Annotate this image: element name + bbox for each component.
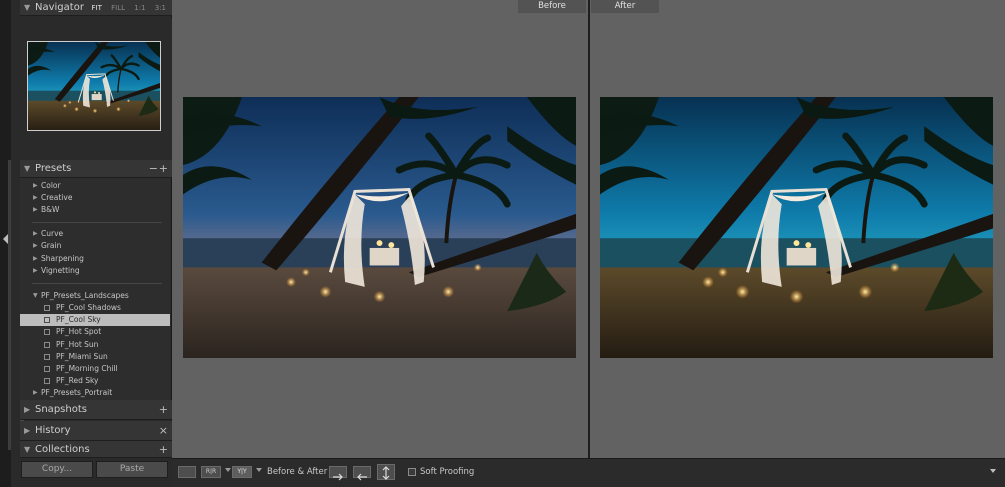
disclosure-right-icon: ▶	[33, 242, 38, 249]
toolbar-menu-chevron-icon[interactable]	[990, 469, 996, 473]
collections-title: Collections	[35, 444, 90, 455]
collections-header[interactable]: ▼ Collections +	[20, 441, 172, 458]
preset-item[interactable]: PF_Cool Shadows	[20, 302, 170, 314]
clear-history-button[interactable]: ×	[159, 421, 168, 441]
preset-icon	[44, 317, 50, 323]
disclosure-right-icon: ▶	[24, 426, 31, 435]
history-title: History	[35, 425, 71, 436]
before-after-rr-button[interactable]: R|R	[201, 466, 221, 478]
disclosure-down-icon: ▼	[24, 164, 31, 173]
preset-item[interactable]: PF_Miami Sun	[20, 351, 170, 363]
collapse-left-panel-arrow-icon[interactable]	[3, 234, 8, 244]
navigator-header[interactable]: ▼ Navigator FIT FILL 1:1 3:1	[20, 0, 172, 16]
disclosure-down-icon: ▼	[24, 445, 31, 454]
preset-folder-vignetting[interactable]: ▶ Vignetting	[20, 265, 170, 277]
before-after-label: Before & After :	[267, 467, 333, 477]
zoom-fit[interactable]: FIT	[92, 4, 102, 12]
preset-folder-color[interactable]: ▶ Color	[20, 180, 170, 192]
add-preset-button[interactable]: +	[159, 160, 168, 178]
preset-folder-sharpening[interactable]: ▶ Sharpening	[20, 253, 170, 265]
copy-paste-bar: Copy... Paste	[11, 458, 172, 487]
preset-icon	[44, 378, 50, 384]
chevron-down-icon[interactable]	[225, 468, 231, 472]
disclosure-right-icon: ▶	[33, 389, 38, 396]
disclosure-right-icon: ▶	[33, 182, 38, 189]
zoom-fill[interactable]: FILL	[111, 4, 125, 12]
preset-divider	[32, 283, 162, 284]
presets-header[interactable]: ▼ Presets − +	[20, 160, 172, 178]
history-header[interactable]: ▶ History ×	[20, 421, 172, 441]
disclosure-right-icon: ▶	[33, 255, 38, 262]
chevron-down-icon[interactable]	[256, 468, 262, 472]
preset-item[interactable]: PF_Morning Chill	[20, 363, 170, 375]
left-panel-edge[interactable]	[0, 0, 11, 487]
preset-icon	[44, 366, 50, 372]
presets-list: ▶ Color ▶ Creative ▶ B&W ▶ Curve ▶ Grain ▶ Sha…	[20, 178, 170, 400]
split-divider	[588, 0, 590, 458]
preset-folder-creative[interactable]: ▶ Creative	[20, 192, 170, 204]
preset-icon	[44, 354, 50, 360]
disclosure-right-icon: ▶	[33, 206, 38, 213]
preset-item[interactable]: PF_Red Sky	[20, 375, 170, 387]
arrow-right-icon	[333, 473, 343, 481]
add-collection-button[interactable]: +	[159, 441, 168, 458]
disclosure-down-icon: ▼	[33, 292, 38, 299]
preset-item[interactable]: PF_Hot Spot	[20, 326, 170, 338]
zoom-1-1[interactable]: 1:1	[134, 4, 145, 12]
paste-button[interactable]: Paste	[96, 461, 168, 478]
snapshots-title: Snapshots	[35, 404, 87, 415]
preset-folder-grain[interactable]: ▶ Grain	[20, 240, 170, 252]
after-photo[interactable]	[600, 97, 993, 358]
preset-folder-landscapes[interactable]: ▼ PF_Presets_Landscapes	[20, 290, 170, 302]
preset-divider	[32, 222, 162, 223]
before-after-yy-button[interactable]: Y|Y	[232, 466, 252, 478]
snapshots-header[interactable]: ▶ Snapshots +	[20, 400, 172, 420]
preset-icon	[44, 329, 50, 335]
disclosure-right-icon: ▶	[24, 405, 31, 414]
after-label: After	[591, 0, 659, 13]
disclosure-right-icon: ▶	[33, 230, 38, 237]
preset-item-selected[interactable]: PF_Cool Sky	[20, 314, 170, 326]
before-label: Before	[518, 0, 586, 13]
preset-icon	[44, 342, 50, 348]
after-image	[600, 97, 993, 358]
navigator-title: Navigator	[35, 2, 84, 13]
soft-proofing-checkbox[interactable]	[408, 468, 416, 476]
zoom-3-1[interactable]: 3:1	[155, 4, 166, 12]
left-panel: ▼ Navigator FIT FILL 1:1 3:1 ▼ Presets −…	[11, 0, 172, 458]
preset-folder-bw[interactable]: ▶ B&W	[20, 204, 170, 216]
add-snapshot-button[interactable]: +	[159, 400, 168, 420]
before-after-view: Before After	[172, 0, 1005, 458]
before-image	[183, 97, 576, 358]
preset-folder-portrait[interactable]: ▶ PF_Presets_Portrait	[20, 387, 170, 399]
before-photo[interactable]	[183, 97, 576, 358]
navigator-thumbnail[interactable]	[27, 41, 161, 131]
lightroom-develop-window: ▼ Navigator FIT FILL 1:1 3:1 ▼ Presets −…	[0, 0, 1005, 487]
preset-folder-curve[interactable]: ▶ Curve	[20, 228, 170, 240]
copy-after-to-before-button[interactable]	[353, 466, 371, 481]
develop-toolbar: R|R Y|Y Before & After : Soft Proofing	[172, 458, 1005, 487]
copy-before-to-after-button[interactable]	[329, 466, 347, 481]
remove-preset-button[interactable]: −	[149, 160, 158, 178]
preset-icon	[44, 305, 50, 311]
loupe-view-button[interactable]	[178, 466, 196, 478]
soft-proofing-label: Soft Proofing	[420, 467, 475, 477]
disclosure-right-icon: ▶	[33, 267, 38, 274]
arrow-left-icon	[357, 473, 367, 481]
disclosure-down-icon: ▼	[24, 3, 31, 12]
swap-before-after-button[interactable]	[377, 464, 395, 480]
swap-icon	[382, 466, 390, 480]
presets-title: Presets	[35, 163, 72, 174]
copy-button[interactable]: Copy...	[21, 461, 93, 478]
navigator-zoom-modes: FIT FILL 1:1 3:1	[85, 0, 167, 16]
thumbnail-image	[28, 42, 161, 131]
disclosure-right-icon: ▶	[33, 194, 38, 201]
navigator-preview	[20, 18, 172, 160]
preset-item[interactable]: PF_Hot Sun	[20, 339, 170, 351]
